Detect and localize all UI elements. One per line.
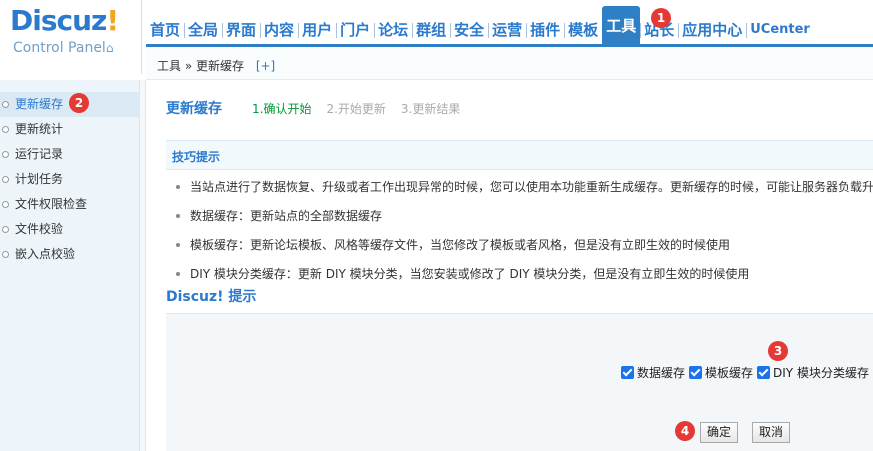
- nav-plugins[interactable]: 插件: [526, 12, 564, 46]
- confirm-button[interactable]: 确定: [700, 422, 739, 443]
- nav-home[interactable]: 首页: [146, 12, 184, 46]
- sidebar-item-hook-verify[interactable]: 嵌入点校验: [0, 242, 140, 267]
- nav-app-center[interactable]: 应用中心: [678, 12, 746, 46]
- nav-groups[interactable]: 群组: [412, 12, 450, 46]
- logo-subtitle: Control Panel⌂: [13, 40, 114, 56]
- step-result: 3.更新结果: [400, 102, 461, 116]
- main-content: 更新缓存 1.确认开始 2.开始更新 3.更新结果 技巧提示 当站点进行了数据恢…: [147, 80, 873, 451]
- checkbox-checked-icon[interactable]: [689, 366, 703, 379]
- tips-list: 当站点进行了数据恢复、升级或者工作出现异常的时候，您可以使用本功能重新生成缓存。…: [172, 178, 873, 294]
- tip-item: 当站点进行了数据恢复、升级或者工作出现异常的时候，您可以使用本功能重新生成缓存。…: [172, 178, 873, 207]
- cache-type-options: 数据缓存 模板缓存 DIY 模块分类缓存: [621, 364, 873, 381]
- callout-marker-3: 3: [768, 341, 788, 361]
- nav-operations[interactable]: 运营: [488, 12, 526, 46]
- callout-marker-2: 2: [69, 93, 89, 113]
- sidebar-gutter: [140, 80, 146, 451]
- header: Discuz! Control Panel⌂ 首页 全局 界面 内容 用户 门户…: [0, 0, 873, 80]
- checkbox-checked-icon[interactable]: [757, 366, 771, 379]
- logo[interactable]: Discuz! Control Panel⌂: [0, 0, 142, 74]
- nav-tools[interactable]: 工具: [602, 6, 641, 46]
- nav-interface[interactable]: 界面: [222, 12, 260, 46]
- template-cache-checkbox[interactable]: 模板缓存: [689, 364, 753, 381]
- cancel-button[interactable]: 取消: [752, 422, 791, 443]
- sidebar-item-scheduled-tasks[interactable]: 计划任务: [0, 167, 140, 192]
- nav-users[interactable]: 用户: [298, 12, 336, 46]
- checkbox-checked-icon[interactable]: [621, 366, 634, 379]
- breadcrumb-text: 工具 » 更新缓存: [157, 59, 244, 73]
- sidebar-menu: 更新缓存 更新统计 运行记录 计划任务 文件权限检查 文件校验 嵌入点校验: [0, 92, 140, 267]
- nav-portal[interactable]: 门户: [336, 12, 374, 46]
- breadcrumb-bar: 工具 » 更新缓存 [+]: [146, 47, 873, 80]
- tip-item: 模板缓存：更新论坛模板、风格等缓存文件，当您修改了模板或者风格，但是没有立即生效…: [172, 236, 873, 265]
- action-buttons: 确定 取消: [700, 422, 804, 443]
- tip-item: DIY 模块分类缓存：更新 DIY 模块分类，当您安装或修改了 DIY 模块分类…: [172, 265, 873, 294]
- step-start: 2.开始更新: [326, 102, 386, 116]
- home-icon: ⌂: [105, 41, 114, 55]
- discuz-notice-title: Discuz! 提示: [166, 289, 257, 305]
- step-confirm: 1.确认开始: [252, 102, 312, 116]
- add-shortcut-link[interactable]: [+]: [256, 59, 275, 73]
- nav-global[interactable]: 全局: [184, 12, 222, 46]
- page-title: 更新缓存: [166, 101, 222, 117]
- nav-security[interactable]: 安全: [450, 12, 488, 46]
- nav-forum[interactable]: 论坛: [374, 12, 412, 46]
- sidebar-item-file-permissions[interactable]: 文件权限检查: [0, 192, 140, 217]
- callout-marker-1: 1: [651, 8, 671, 28]
- data-cache-checkbox[interactable]: 数据缓存: [621, 364, 685, 381]
- nav-content[interactable]: 内容: [260, 12, 298, 46]
- notice-box: 数据缓存 模板缓存 DIY 模块分类缓存 确定 取消: [166, 313, 873, 451]
- nav-ucenter[interactable]: UCenter: [746, 12, 814, 46]
- sidebar-item-run-log[interactable]: 运行记录: [0, 142, 140, 167]
- tips-header: 技巧提示: [166, 140, 873, 170]
- tips-title: 技巧提示: [172, 150, 221, 164]
- nav-templates[interactable]: 模板: [564, 12, 602, 46]
- top-nav: 首页 全局 界面 内容 用户 门户 论坛 群组 安全 运营 插件 模板 工具 站…: [146, 6, 814, 46]
- step-header: 更新缓存 1.确认开始 2.开始更新 3.更新结果: [166, 98, 475, 118]
- sidebar-item-file-verify[interactable]: 文件校验: [0, 217, 140, 242]
- callout-marker-4: 4: [675, 421, 695, 441]
- sidebar: 更新缓存 更新统计 运行记录 计划任务 文件权限检查 文件校验 嵌入点校验: [0, 80, 140, 451]
- diy-cache-checkbox[interactable]: DIY 模块分类缓存: [757, 364, 869, 381]
- sidebar-item-update-stats[interactable]: 更新统计: [0, 117, 140, 142]
- logo-text: Discuz!: [10, 4, 119, 37]
- breadcrumb: 工具 » 更新缓存 [+]: [157, 57, 275, 74]
- tip-item: 数据缓存：更新站点的全部数据缓存: [172, 207, 873, 236]
